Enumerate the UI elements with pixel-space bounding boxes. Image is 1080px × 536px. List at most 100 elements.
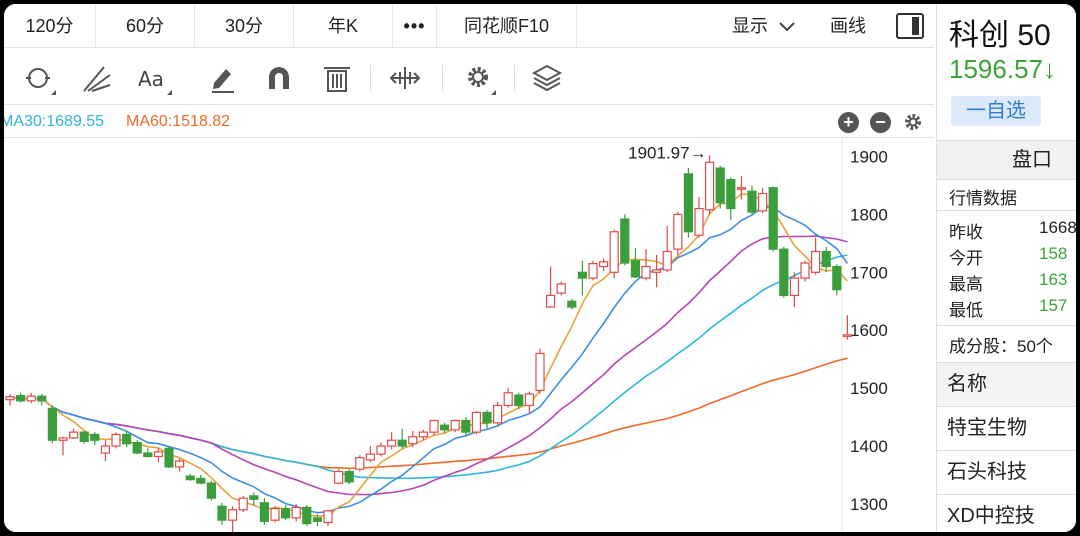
kline-chart[interactable]: 19001800170016001500140013001901.97→←124…	[4, 138, 934, 532]
trash-icon[interactable]	[320, 61, 354, 95]
candle[interactable]	[482, 411, 492, 424]
candle[interactable]	[387, 439, 397, 447]
magnet-icon[interactable]	[262, 61, 296, 95]
candle[interactable]	[334, 470, 344, 484]
candle[interactable]	[16, 395, 26, 402]
candle[interactable]	[694, 207, 704, 236]
candle[interactable]	[461, 419, 471, 433]
gear-icon[interactable]	[462, 61, 496, 95]
candle[interactable]	[121, 433, 132, 445]
list-item[interactable]: 石头科技	[937, 450, 1076, 494]
candle[interactable]	[524, 393, 535, 407]
period-year-tab[interactable]: 年K	[294, 4, 393, 48]
candle[interactable]	[312, 517, 322, 522]
candle[interactable]	[323, 510, 333, 524]
draw-line-button[interactable]: 画线	[830, 4, 866, 48]
candle[interactable]	[185, 475, 195, 481]
candle[interactable]	[90, 433, 100, 441]
candle[interactable]	[662, 250, 672, 271]
candle[interactable]	[302, 506, 312, 525]
fork-line-icon[interactable]	[80, 61, 114, 95]
candle[interactable]	[641, 265, 651, 279]
candle[interactable]	[726, 179, 736, 210]
candle[interactable]	[111, 433, 121, 447]
candle[interactable]	[270, 507, 280, 521]
candle[interactable]	[418, 431, 428, 438]
candle[interactable]	[5, 396, 15, 401]
candle[interactable]	[715, 167, 725, 204]
chart-settings-gear-icon[interactable]	[902, 111, 924, 133]
remove-watchlist-button[interactable]: 一自选	[951, 96, 1041, 126]
candle[interactable]	[577, 271, 588, 279]
text-icon[interactable]: Aa	[138, 61, 172, 95]
candle[interactable]	[757, 192, 768, 212]
period-120min-tab[interactable]: 120分	[4, 4, 96, 48]
candle[interactable]	[747, 190, 757, 213]
candle[interactable]	[238, 497, 248, 511]
candle[interactable]	[153, 451, 163, 458]
candle[interactable]	[503, 392, 513, 407]
candle[interactable]	[450, 419, 460, 431]
candle[interactable]	[228, 509, 238, 521]
f10-button[interactable]: 同花顺F10	[437, 4, 577, 48]
scale-icon[interactable]	[388, 61, 422, 95]
candle[interactable]	[37, 395, 47, 402]
candle[interactable]	[397, 439, 407, 447]
candle[interactable]	[68, 431, 79, 439]
candle[interactable]	[440, 424, 450, 431]
candle[interactable]	[281, 507, 291, 519]
candle[interactable]	[736, 187, 747, 190]
candle[interactable]	[630, 260, 641, 278]
candle[interactable]	[143, 452, 153, 458]
layout-toggle-icon[interactable]	[896, 13, 924, 39]
period-30min-tab[interactable]: 30分	[195, 4, 294, 48]
zoom-out-icon[interactable]: −	[870, 112, 891, 133]
candle[interactable]	[100, 445, 111, 454]
candle[interactable]	[821, 250, 831, 268]
candle[interactable]	[175, 460, 185, 468]
candle[interactable]	[344, 470, 354, 483]
candle[interactable]	[365, 453, 375, 461]
candle[interactable]	[768, 187, 778, 250]
candle[interactable]	[26, 395, 36, 402]
candle[interactable]	[832, 265, 842, 291]
candle[interactable]	[842, 334, 853, 337]
order-book-tab[interactable]: 盘口	[937, 140, 1076, 180]
candle[interactable]	[429, 419, 439, 433]
period-60min-tab[interactable]: 60分	[96, 4, 195, 48]
candle[interactable]	[355, 457, 365, 470]
candle[interactable]	[408, 436, 418, 445]
candle[interactable]	[217, 505, 227, 521]
candle[interactable]	[535, 352, 545, 392]
list-header[interactable]: 名称	[937, 362, 1076, 406]
candle[interactable]	[673, 213, 683, 250]
candle[interactable]	[567, 300, 577, 308]
candle[interactable]	[704, 161, 715, 211]
candle[interactable]	[206, 482, 216, 499]
candle[interactable]	[249, 495, 259, 500]
candle[interactable]	[47, 407, 58, 441]
candle[interactable]	[196, 477, 206, 484]
candle[interactable]	[471, 411, 481, 433]
zoom-in-icon[interactable]: +	[838, 112, 859, 133]
candle[interactable]	[683, 173, 694, 233]
candle[interactable]	[291, 506, 301, 519]
cycle-icon[interactable]	[22, 61, 56, 95]
candle[interactable]	[556, 283, 566, 294]
candle[interactable]	[789, 277, 800, 297]
layers-icon[interactable]	[530, 61, 564, 95]
candle[interactable]	[545, 294, 556, 308]
candle[interactable]	[588, 263, 598, 279]
more-periods-button[interactable]: •••	[393, 4, 437, 48]
display-menu[interactable]: 显示	[732, 4, 795, 48]
candle[interactable]	[58, 437, 68, 441]
candle[interactable]	[800, 262, 810, 279]
candle[interactable]	[79, 431, 89, 442]
candle[interactable]	[514, 394, 524, 407]
candle[interactable]	[609, 231, 619, 273]
list-item[interactable]: 特宝生物	[937, 406, 1076, 450]
candle[interactable]	[164, 447, 174, 468]
candle[interactable]	[651, 269, 662, 273]
list-item[interactable]: XD中控技	[937, 494, 1076, 532]
candle[interactable]	[132, 441, 142, 454]
